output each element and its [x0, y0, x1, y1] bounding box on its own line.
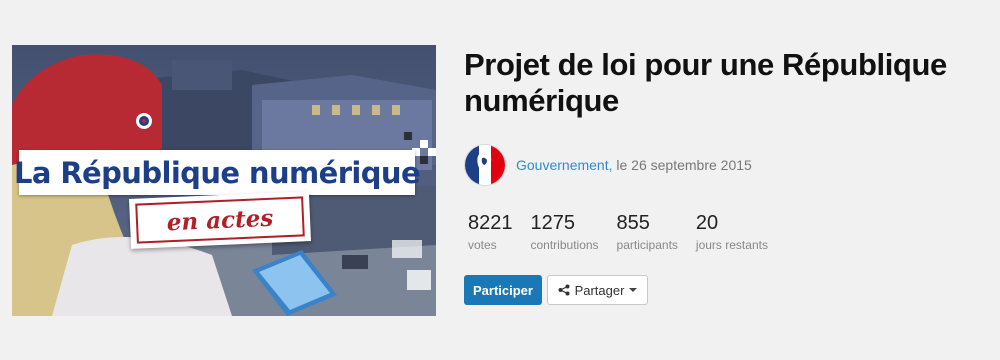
- chevron-down-icon: [629, 288, 638, 292]
- project-title: Projet de loi pour une République numéri…: [464, 47, 947, 118]
- stat-value: 1275: [530, 212, 576, 234]
- participate-button[interactable]: Participer: [464, 275, 542, 305]
- stat-label: participants: [616, 238, 678, 252]
- stat-label: votes: [468, 238, 497, 252]
- stat-label: jours restants: [695, 238, 768, 252]
- stat-votes: 8221 votes: [468, 212, 513, 252]
- author-name-link[interactable]: Gouvernement: [516, 157, 609, 173]
- stat-days-remaining: 20 jours restants: [696, 212, 768, 252]
- stat-contributions: 1275 contributions: [531, 212, 599, 252]
- publication-date: le 26 septembre 2015: [616, 157, 752, 173]
- cover-banner-title: La République numérique: [14, 150, 421, 195]
- stat-participants: 855 participants: [617, 212, 678, 252]
- cover-banner-subtitle-text: en actes: [135, 196, 305, 244]
- share-button[interactable]: Partager: [547, 275, 648, 305]
- stat-value: 20: [695, 212, 719, 234]
- author-separator: ,: [608, 157, 613, 173]
- stat-value: 855: [616, 212, 650, 234]
- marianne-logo-icon[interactable]: [464, 144, 506, 186]
- stat-value: 8221: [468, 212, 513, 234]
- author-meta: Gouvernement, le 26 septembre 2015: [516, 157, 752, 173]
- author-block: Gouvernement, le 26 septembre 2015: [464, 144, 752, 186]
- share-icon: [558, 284, 570, 296]
- project-stats: 8221 votes 1275 contributions 855 partic…: [468, 212, 786, 252]
- project-cover-image: La République numérique en actes: [12, 45, 436, 316]
- share-button-label: Partager: [574, 282, 625, 298]
- stat-label: contributions: [530, 238, 599, 252]
- cover-banner-subtitle: en actes: [128, 191, 312, 249]
